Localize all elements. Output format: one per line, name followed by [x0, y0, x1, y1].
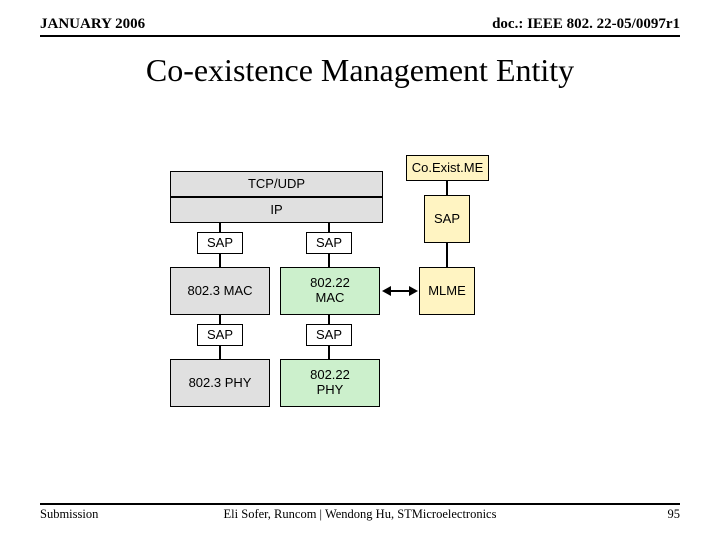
box-phy-80222: 802.22 PHY	[280, 359, 380, 407]
box-sap: SAP	[197, 324, 243, 346]
box-mac-8023: 802.3 MAC	[170, 267, 270, 315]
arrow-right-icon	[409, 286, 418, 296]
footer-page-number: 95	[668, 507, 681, 522]
connector	[446, 181, 448, 195]
box-sap: SAP	[306, 324, 352, 346]
connector	[328, 315, 330, 324]
connector	[219, 223, 221, 232]
box-sap: SAP	[306, 232, 352, 254]
header-left: JANUARY 2006	[40, 16, 145, 33]
arrow-left-icon	[382, 286, 391, 296]
connector	[219, 346, 221, 359]
connector	[446, 243, 448, 267]
connector	[219, 254, 221, 267]
footer: Submission Eli Sofer, Runcom | Wendong H…	[40, 503, 680, 522]
box-ip: IP	[170, 197, 383, 223]
connector	[328, 254, 330, 267]
connector	[328, 223, 330, 232]
box-mlme: MLME	[419, 267, 475, 315]
box-sap: SAP	[424, 195, 470, 243]
header-right: doc.: IEEE 802. 22-05/0097r1	[492, 16, 680, 33]
page-title: Co-existence Management Entity	[0, 52, 720, 89]
connector	[219, 315, 221, 324]
connector	[391, 290, 409, 292]
box-mac-80222: 802.22 MAC	[280, 267, 380, 315]
box-coexist-me: Co.Exist.ME	[406, 155, 489, 181]
footer-center: Eli Sofer, Runcom | Wendong Hu, STMicroe…	[40, 507, 680, 522]
footer-left: Submission	[40, 507, 98, 522]
box-sap: SAP	[197, 232, 243, 254]
connector	[328, 346, 330, 359]
box-tcp-udp: TCP/UDP	[170, 171, 383, 197]
box-phy-8023: 802.3 PHY	[170, 359, 270, 407]
header: JANUARY 2006 doc.: IEEE 802. 22-05/0097r…	[40, 16, 680, 37]
architecture-diagram: Co.Exist.ME TCP/UDP IP SAP SAP SAP 802.3…	[170, 155, 570, 445]
